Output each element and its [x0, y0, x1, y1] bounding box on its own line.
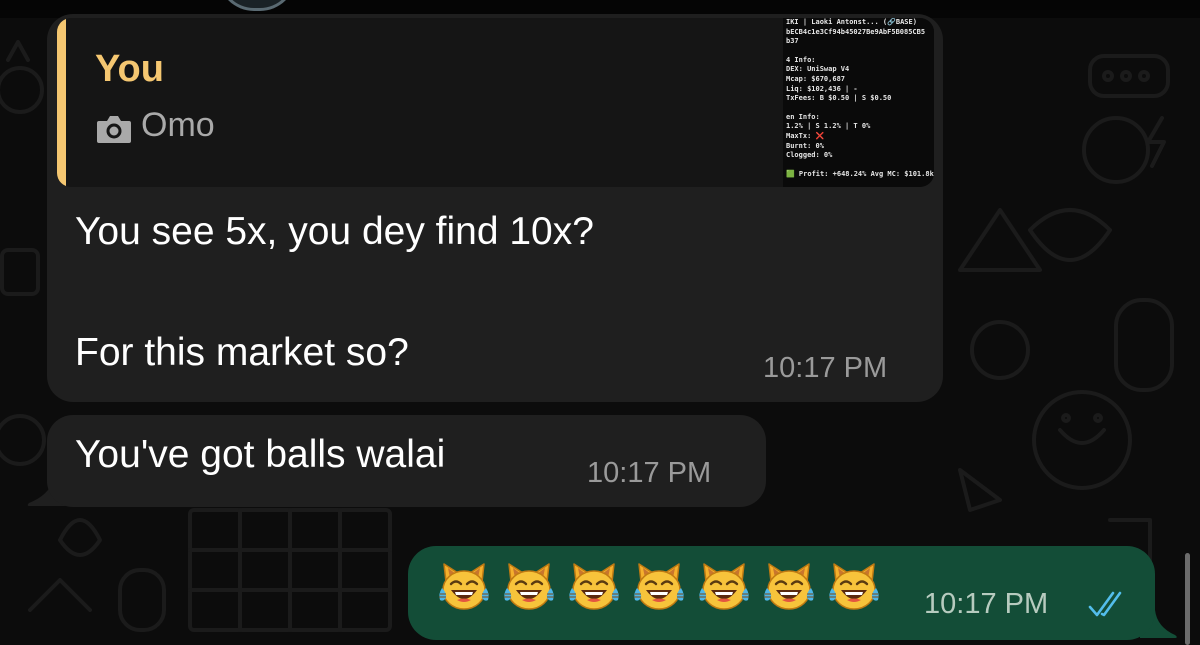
reply-accent-bar — [57, 18, 66, 187]
message-timestamp: 10:17 PM — [587, 457, 712, 489]
cat-with-tears-of-joy-icon — [828, 560, 880, 612]
thumbnail-line: 4 Info: — [786, 55, 816, 64]
contact-avatar[interactable] — [218, 0, 296, 11]
message-text-line-2: For this market so? — [75, 331, 409, 374]
message-timestamp: 10:17 PM — [763, 352, 888, 384]
thumbnail-spacer — [783, 161, 934, 170]
thumbnail-line: Liq: $102,436 | - — [786, 84, 858, 93]
thumbnail-line: TxFees: B $0.50 | S $0.50 — [786, 94, 892, 103]
thumbnail-text: IKI | Laoki Antonst... (🔗BASE) bECB4c1e3C… — [783, 18, 934, 179]
thumbnail-line: 1.2% | S 1.2% | T 0% — [786, 122, 871, 131]
thumbnail-spacer — [783, 104, 934, 113]
thumbnail-line: MaxTx: ❌ — [786, 131, 825, 140]
reply-snippet: Omo — [141, 106, 215, 144]
reply-media-thumbnail[interactable]: IKI | Laoki Antonst... (🔗BASE) bECB4c1e3C… — [783, 18, 934, 187]
thumbnail-line: Mcap: $670,687 — [786, 74, 846, 83]
thumbnail-line: bECB4c1e3Cf94b45027Be9AbF5B085CB5 — [786, 27, 926, 36]
quoted-reply[interactable]: You Omo IKI | Laoki Antonst... (🔗BASE) bE… — [57, 18, 934, 187]
reply-author: You — [95, 48, 164, 90]
double-check-read-icon — [1088, 591, 1122, 617]
incoming-message-bubble[interactable]: You Omo IKI | Laoki Antonst... (🔗BASE) bE… — [47, 14, 943, 402]
outgoing-message-bubble[interactable]: 10:17 PM — [408, 546, 1155, 640]
message-text: You've got balls walai — [75, 433, 446, 476]
thumbnail-line: DEX: UniSwap V4 — [786, 65, 850, 74]
camera-icon — [97, 116, 131, 143]
thumbnail-line: Burnt: 0% — [786, 141, 824, 150]
chat-screen: You Omo IKI | Laoki Antonst... (🔗BASE) bE… — [0, 0, 1200, 645]
thumbnail-line: 🟩 Profit: +648.24% Avg MC: $101.8k — [786, 169, 934, 178]
cat-with-tears-of-joy-icon — [698, 560, 750, 612]
thumbnail-line: en Info: — [786, 112, 820, 121]
cat-with-tears-of-joy-icon — [438, 560, 490, 612]
thumbnail-spacer — [783, 47, 934, 56]
cat-with-tears-of-joy-icon — [763, 560, 815, 612]
cat-with-tears-of-joy-icon — [503, 560, 555, 612]
thumbnail-line: b37 — [786, 37, 799, 46]
cat-with-tears-of-joy-icon — [568, 560, 620, 612]
thumbnail-line: IKI | Laoki Antonst... (🔗BASE) — [786, 18, 917, 26]
scrollbar[interactable] — [1185, 553, 1190, 645]
thumbnail-line: Clogged: 0% — [786, 151, 833, 160]
message-timestamp: 10:17 PM — [924, 588, 1049, 620]
incoming-message-bubble[interactable]: You've got balls walai 10:17 PM — [47, 415, 766, 507]
cat-with-tears-of-joy-icon — [633, 560, 685, 612]
emoji-row — [438, 560, 880, 612]
message-text-line-1: You see 5x, you dey find 10x? — [75, 210, 594, 253]
